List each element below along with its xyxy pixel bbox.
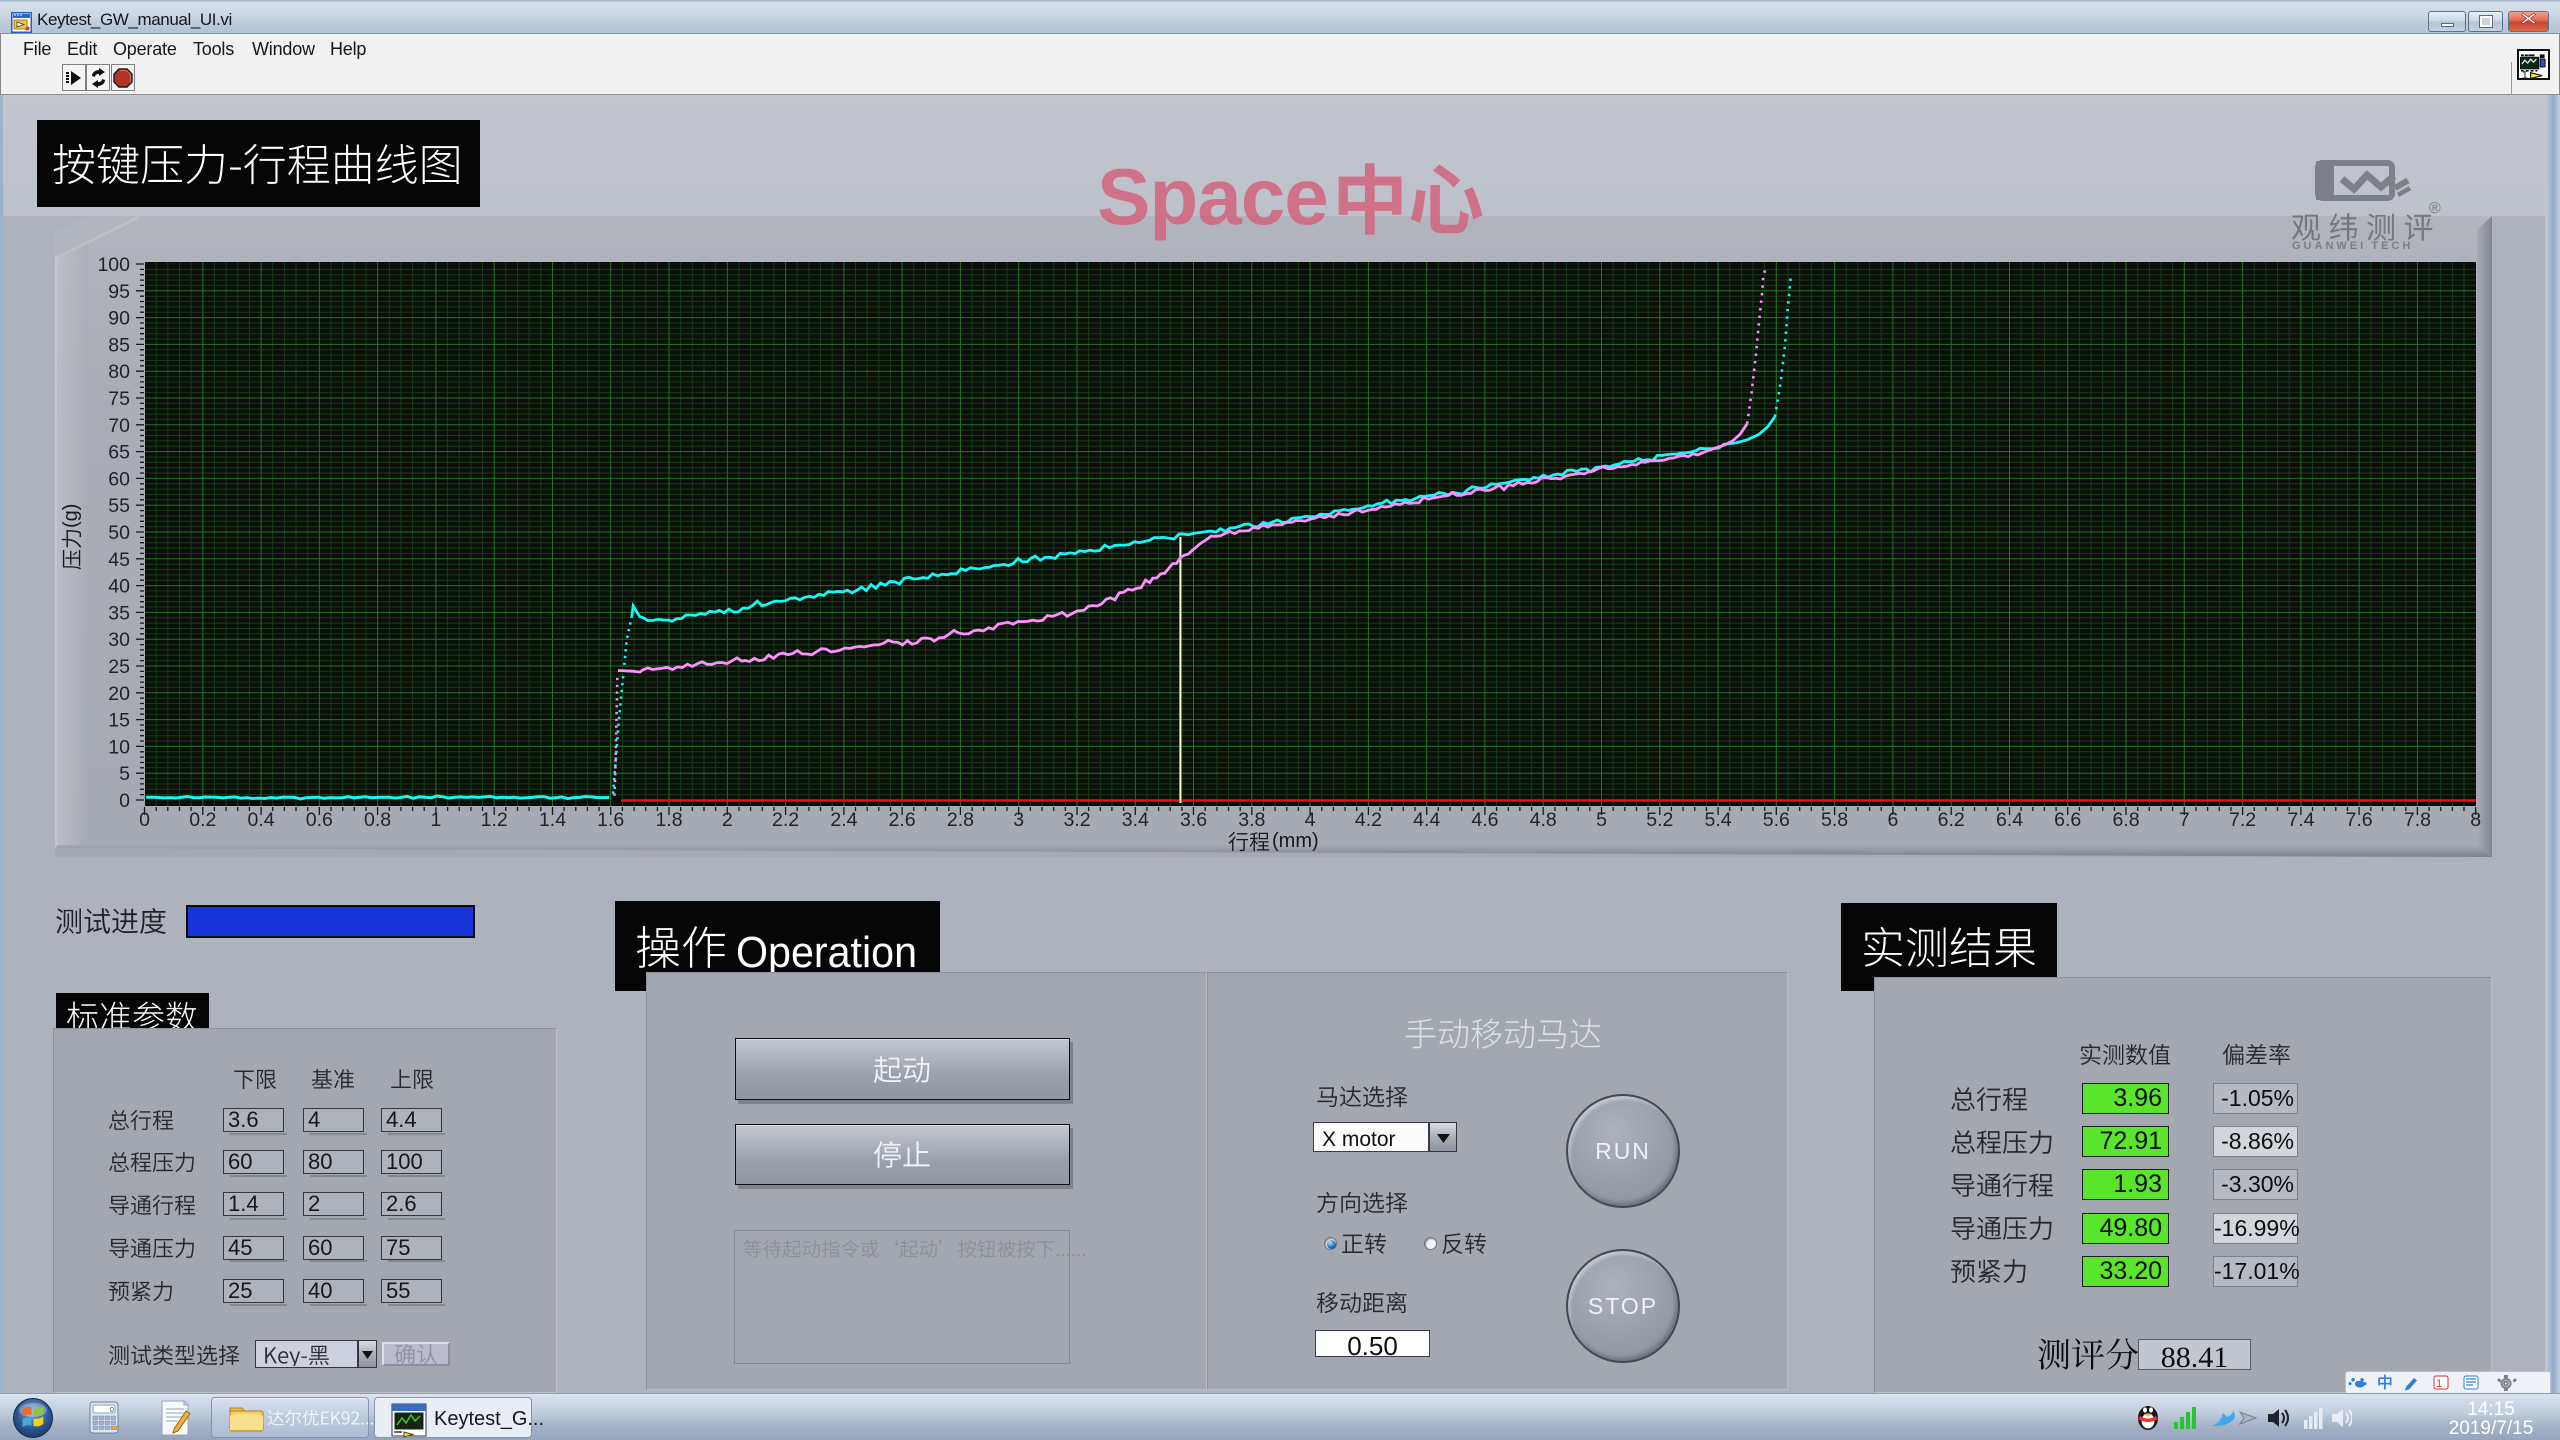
svg-text:3.4: 3.4	[1122, 809, 1149, 831]
svg-text:70: 70	[108, 415, 130, 437]
svg-text:5: 5	[1596, 809, 1607, 831]
svg-text:25: 25	[108, 656, 130, 678]
svg-text:2.6: 2.6	[889, 809, 916, 831]
svg-text:3.2: 3.2	[1063, 809, 1090, 831]
svg-text:3.6: 3.6	[1180, 809, 1207, 831]
svg-text:0: 0	[139, 809, 150, 831]
svg-text:65: 65	[108, 442, 130, 464]
svg-text:1.8: 1.8	[655, 809, 682, 831]
svg-text:4: 4	[1305, 809, 1316, 831]
svg-text:2.2: 2.2	[772, 809, 799, 831]
svg-text:5: 5	[119, 763, 130, 785]
svg-text:100: 100	[97, 254, 130, 276]
svg-text:4.2: 4.2	[1355, 809, 1382, 831]
svg-text:2: 2	[722, 809, 733, 831]
svg-text:60: 60	[108, 468, 130, 490]
svg-text:1.6: 1.6	[597, 809, 624, 831]
svg-text:55: 55	[108, 495, 130, 517]
svg-text:3: 3	[1013, 809, 1024, 831]
svg-text:20: 20	[108, 683, 130, 705]
svg-text:5.2: 5.2	[1646, 809, 1673, 831]
svg-text:85: 85	[108, 334, 130, 356]
svg-text:0: 0	[119, 790, 130, 812]
svg-text:6: 6	[1887, 809, 1898, 831]
svg-text:15: 15	[108, 710, 130, 732]
svg-text:0.4: 0.4	[248, 809, 275, 831]
svg-text:0.6: 0.6	[306, 809, 333, 831]
svg-text:90: 90	[108, 308, 130, 330]
svg-text:5.6: 5.6	[1763, 809, 1790, 831]
svg-text:6.2: 6.2	[1938, 809, 1965, 831]
svg-text:Operation: Operation	[736, 928, 917, 977]
svg-text:6.8: 6.8	[2112, 809, 2139, 831]
svg-text:7.4: 7.4	[2287, 809, 2314, 831]
svg-text:8: 8	[2470, 809, 2481, 831]
svg-text:6.6: 6.6	[2054, 809, 2081, 831]
svg-text:35: 35	[108, 602, 130, 624]
svg-text:0.2: 0.2	[189, 809, 216, 831]
svg-text:50: 50	[108, 522, 130, 544]
svg-text:4.4: 4.4	[1413, 809, 1440, 831]
svg-text:75: 75	[108, 388, 130, 410]
svg-text:30: 30	[108, 629, 130, 651]
svg-text:4.8: 4.8	[1530, 809, 1557, 831]
svg-text:1: 1	[2436, 1378, 2442, 1390]
svg-text:40: 40	[108, 576, 130, 598]
svg-text:45: 45	[108, 549, 130, 571]
svg-text:7.2: 7.2	[2229, 809, 2256, 831]
svg-text:5.4: 5.4	[1705, 809, 1732, 831]
svg-text:2.8: 2.8	[947, 809, 974, 831]
svg-text:95: 95	[108, 281, 130, 303]
svg-text:0: 0	[110, 1407, 114, 1414]
svg-text:10: 10	[108, 736, 130, 758]
svg-text:4.6: 4.6	[1471, 809, 1498, 831]
svg-text:1: 1	[430, 809, 441, 831]
svg-text:2.4: 2.4	[830, 809, 857, 831]
svg-text:1.2: 1.2	[481, 809, 508, 831]
svg-text:7.6: 7.6	[2346, 809, 2373, 831]
svg-text:0.8: 0.8	[364, 809, 391, 831]
svg-text:5.8: 5.8	[1821, 809, 1848, 831]
svg-text:7: 7	[2179, 809, 2190, 831]
svg-text:7.8: 7.8	[2404, 809, 2431, 831]
svg-text:1.4: 1.4	[539, 809, 566, 831]
svg-text:3.8: 3.8	[1238, 809, 1265, 831]
svg-text:80: 80	[108, 361, 130, 383]
svg-text:6.4: 6.4	[1996, 809, 2023, 831]
